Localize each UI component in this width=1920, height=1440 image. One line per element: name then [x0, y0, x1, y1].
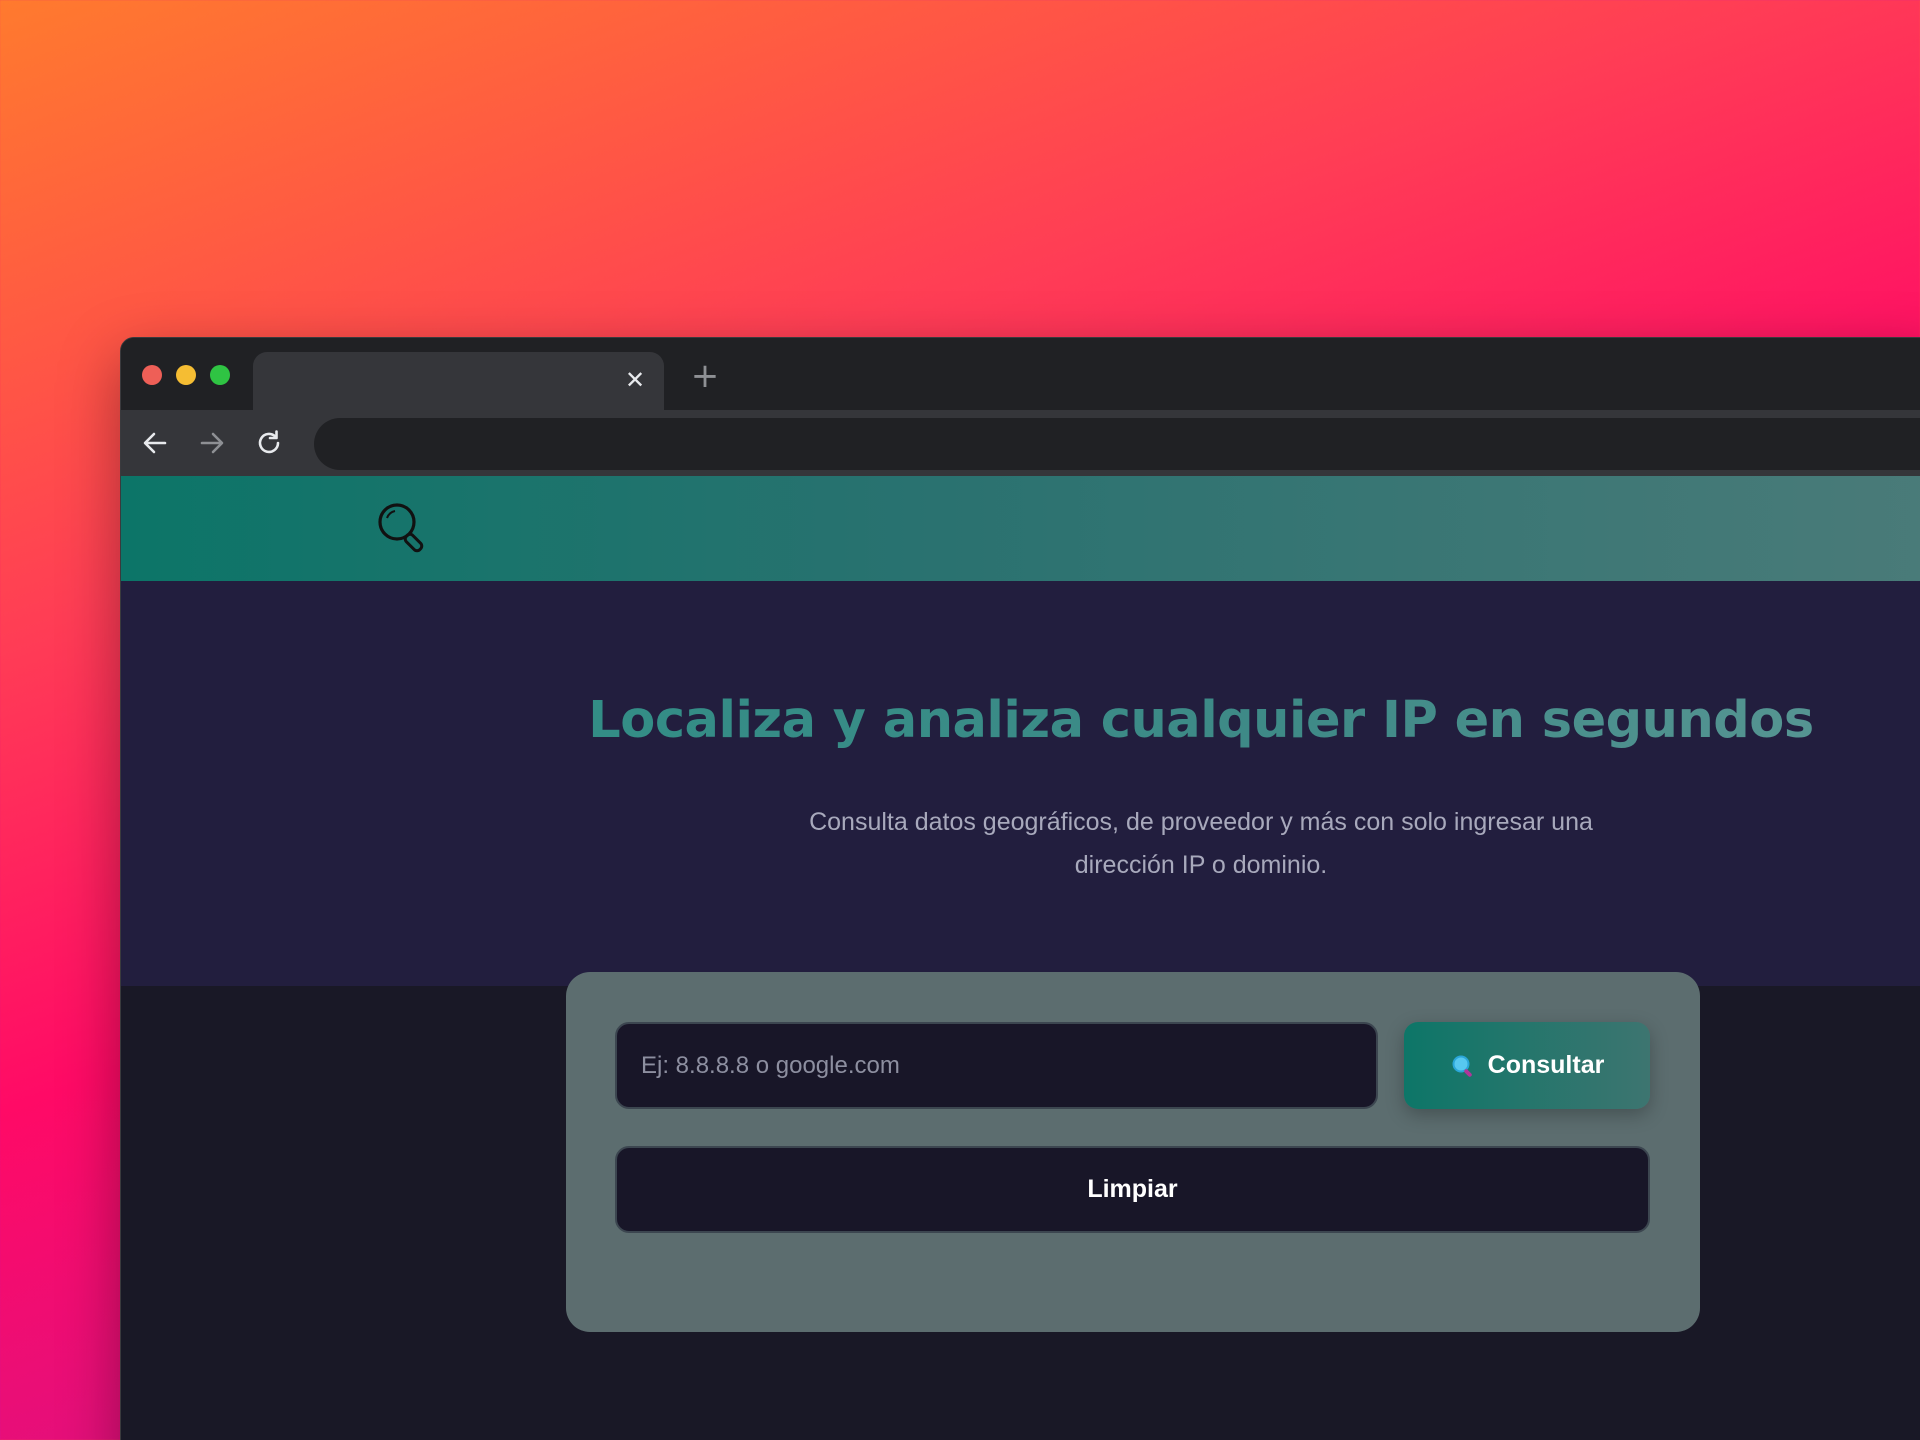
- back-arrow-icon[interactable]: [135, 423, 175, 463]
- hero-title: Localiza y analiza cualquier IP en segun…: [121, 691, 1920, 750]
- browser-toolbar: [121, 410, 1920, 476]
- tab-bar: ✕ +: [121, 338, 1920, 410]
- close-window-button[interactable]: [142, 365, 162, 385]
- magnifier-icon[interactable]: [375, 500, 431, 556]
- consult-button-label: Consultar: [1487, 1051, 1605, 1079]
- reload-icon[interactable]: [249, 423, 289, 463]
- minimize-window-button[interactable]: [176, 365, 196, 385]
- site-header: [121, 476, 1920, 581]
- maximize-window-button[interactable]: [210, 365, 230, 385]
- new-tab-button[interactable]: +: [687, 358, 723, 394]
- address-bar[interactable]: [314, 418, 1920, 470]
- consult-button[interactable]: Consultar: [1404, 1022, 1650, 1109]
- hero-subtitle: Consulta datos geográficos, de proveedor…: [809, 808, 1593, 879]
- hero-section: Localiza y analiza cualquier IP en segun…: [121, 581, 1920, 986]
- clear-button[interactable]: Limpiar: [615, 1146, 1650, 1233]
- forward-arrow-icon[interactable]: [192, 423, 232, 463]
- search-icon: [1452, 1055, 1472, 1077]
- close-tab-icon[interactable]: ✕: [622, 367, 648, 393]
- ip-search-input[interactable]: [615, 1022, 1378, 1109]
- browser-tab[interactable]: ✕: [253, 352, 664, 410]
